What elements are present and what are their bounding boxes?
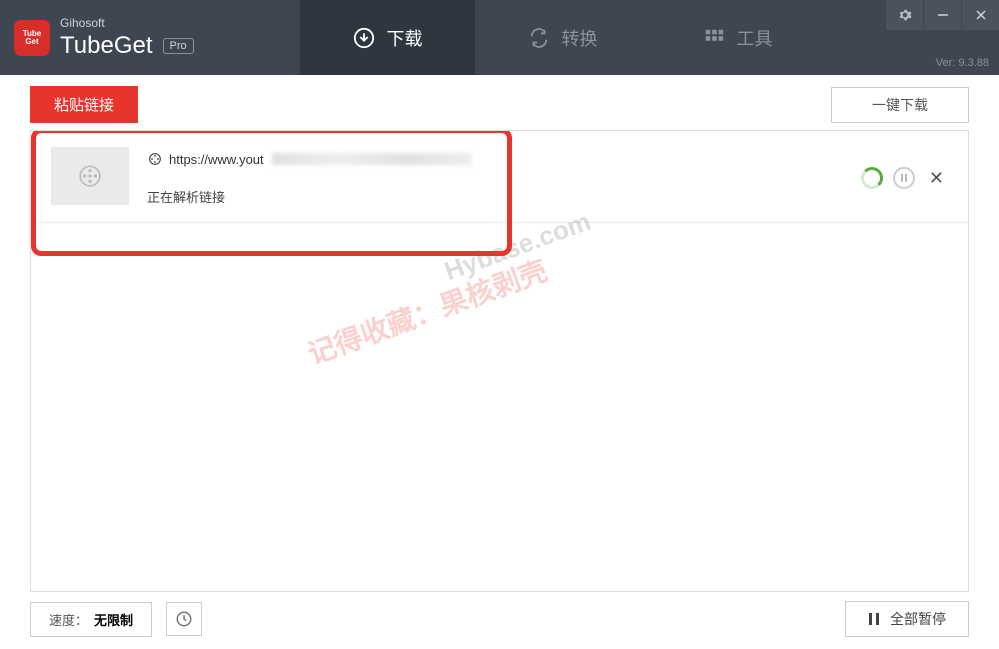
tab-download[interactable]: 下载	[300, 0, 475, 75]
download-item: https://www.yout 正在解析链接 ✕	[31, 131, 968, 223]
video-thumbnail	[51, 147, 129, 205]
film-reel-icon	[77, 163, 103, 189]
remove-item-button[interactable]: ✕	[925, 168, 948, 189]
toolbar: 粘贴链接 一键下载	[0, 75, 999, 130]
logo-area: TubeGet Gihosoft TubeGet Pro	[0, 16, 194, 60]
version-label: Ver: 9.3.88	[936, 57, 989, 69]
download-icon	[353, 27, 375, 49]
tab-download-label: 下载	[387, 25, 423, 51]
pause-item-button[interactable]	[893, 167, 915, 189]
main-tabs: 下载 转换 工具	[300, 0, 825, 75]
item-url: https://www.yout	[147, 151, 843, 167]
close-icon	[975, 9, 987, 21]
app-title: TubeGet Pro	[60, 32, 194, 60]
paste-link-button[interactable]: 粘贴链接	[30, 86, 138, 123]
pause-all-label: 全部暂停	[890, 609, 946, 629]
tab-tools-label: 工具	[737, 25, 773, 51]
minimize-button[interactable]	[923, 0, 961, 30]
item-url-text: https://www.yout	[169, 152, 264, 167]
speed-label: 速度：	[49, 610, 88, 629]
pause-icon	[900, 174, 908, 182]
loading-spinner-icon	[861, 167, 883, 189]
tab-convert-label: 转换	[562, 25, 598, 51]
app-header: TubeGet Gihosoft TubeGet Pro 下载 转换	[0, 0, 999, 75]
item-info: https://www.yout 正在解析链接	[147, 147, 843, 206]
watermark-cn: 记得收藏：果核剥壳	[302, 249, 552, 373]
item-status: 正在解析链接	[147, 187, 843, 206]
tab-convert[interactable]: 转换	[475, 0, 650, 75]
tab-tools[interactable]: 工具	[650, 0, 825, 75]
window-controls	[885, 0, 999, 30]
company-name: Gihosoft	[60, 16, 194, 30]
history-icon	[175, 610, 193, 628]
pause-all-button[interactable]: 全部暂停	[845, 601, 969, 637]
speed-indicator[interactable]: 速度： 无限制	[30, 602, 152, 637]
speed-value: 无限制	[94, 610, 133, 629]
pro-badge: Pro	[163, 38, 194, 54]
history-button[interactable]	[166, 602, 202, 636]
convert-icon	[528, 27, 550, 49]
footer-bar: 速度： 无限制 全部暂停	[0, 589, 999, 649]
app-name-text: TubeGet	[60, 32, 153, 60]
settings-button[interactable]	[885, 0, 923, 30]
close-button[interactable]	[961, 0, 999, 30]
film-reel-icon	[147, 151, 163, 167]
tools-icon	[703, 27, 725, 49]
pause-icon	[868, 613, 880, 625]
app-logo-icon: TubeGet	[14, 20, 50, 56]
minimize-icon	[937, 9, 949, 21]
item-actions: ✕	[861, 147, 948, 189]
gear-icon	[898, 8, 912, 22]
download-list: https://www.yout 正在解析链接 ✕ 记得收藏：果核剥壳 Hyba…	[30, 130, 969, 592]
download-all-button[interactable]: 一键下载	[831, 87, 969, 123]
redacted-url	[272, 153, 472, 165]
